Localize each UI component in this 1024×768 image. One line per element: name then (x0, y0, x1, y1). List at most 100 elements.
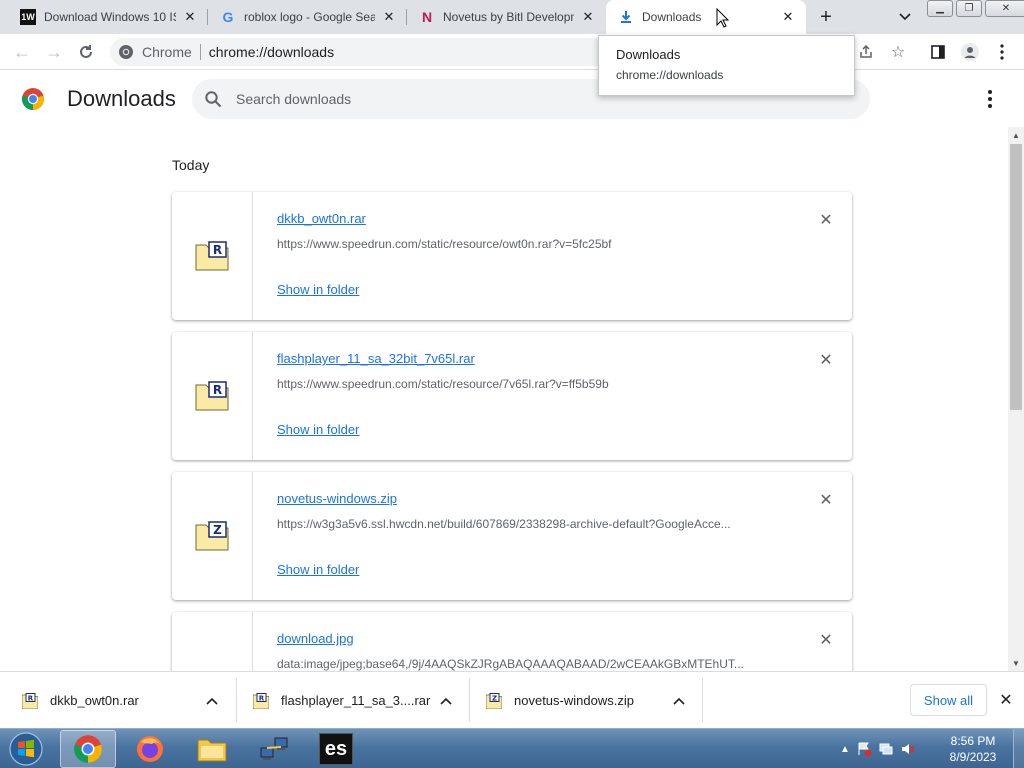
firefox-icon (137, 736, 163, 762)
rar-file-icon: R (195, 241, 229, 271)
scroll-up-arrow-icon[interactable]: ▲ (1008, 127, 1024, 143)
close-icon[interactable]: ✕ (580, 9, 596, 25)
shelf-item[interactable]: Z novetus-windows.zip (470, 672, 702, 729)
downloads-list: Today R dkkb_owt0n.rar https://www.speed… (0, 127, 1008, 671)
chevron-up-icon[interactable] (438, 693, 454, 709)
file-icon-column: R (172, 192, 253, 320)
maximize-button[interactable]: ❐ (956, 0, 982, 17)
taskbar-chrome-button[interactable] (60, 730, 116, 768)
network-computers-icon (260, 737, 288, 760)
close-icon[interactable]: ✕ (381, 9, 397, 25)
side-panel-icon[interactable] (928, 42, 948, 62)
forward-arrow-icon[interactable]: → (42, 40, 66, 64)
show-all-button[interactable]: Show all (910, 684, 987, 716)
page-scrollbar[interactable]: ▲ ▼ (1008, 127, 1024, 671)
close-icon[interactable]: ✕ (780, 9, 796, 25)
tray-expand-arrow-icon[interactable]: ▲ (840, 744, 850, 755)
tab-download-windows[interactable]: 1W Download Windows 10 ISO ✕ (8, 0, 208, 34)
omnibox-divider (199, 44, 201, 60)
remove-download-close-icon[interactable]: ✕ (816, 630, 836, 650)
shelf-item-name: novetus-windows.zip (514, 693, 634, 708)
taskbar-explorer-button[interactable] (184, 730, 240, 768)
svg-text:R: R (213, 383, 222, 397)
download-source-url: https://w3g3a5v6.ssl.hwcdn.net/build/607… (277, 517, 731, 531)
chrome-menu-icon[interactable] (992, 42, 1012, 62)
browser-toolbar: ← → Chrome chrome://downloads ☆ (0, 34, 1024, 70)
chevron-up-icon[interactable] (204, 693, 220, 709)
windows-iso-favicon-icon: 1W (20, 9, 36, 25)
download-icon (618, 9, 634, 25)
download-card: R flashplayer_11_sa_32bit_7v65l.rar http… (172, 332, 852, 460)
show-in-folder-link[interactable]: Show in folder (277, 282, 359, 297)
date-section-label: Today (172, 157, 210, 173)
show-desktop-button[interactable] (1013, 729, 1024, 768)
reload-icon[interactable] (74, 40, 98, 64)
download-card: Z novetus-windows.zip https://w3g3a5v6.s… (172, 472, 852, 600)
tab-downloads[interactable]: Downloads ✕ (606, 0, 806, 34)
remove-download-close-icon[interactable]: ✕ (816, 210, 836, 230)
chevron-up-icon[interactable] (671, 693, 687, 709)
tab-strip: 1W Download Windows 10 ISO ✕ G roblox lo… (0, 0, 1024, 34)
action-center-flag-icon[interactable] (856, 741, 872, 757)
start-button[interactable] (4, 730, 48, 768)
taskbar-firefox-button[interactable] (122, 730, 178, 768)
remove-download-close-icon[interactable]: ✕ (816, 350, 836, 370)
google-favicon-icon: G (222, 9, 234, 25)
omnibox-url[interactable]: chrome://downloads (209, 44, 334, 60)
file-icon-column (172, 612, 253, 671)
chrome-logo-icon (21, 88, 45, 111)
page-title: Downloads (67, 86, 176, 111)
share-icon[interactable] (856, 42, 876, 62)
es-app-icon: es (319, 733, 353, 765)
back-arrow-icon[interactable]: ← (10, 40, 34, 64)
taskbar-es-app-button[interactable]: es (308, 730, 364, 768)
shelf-item[interactable]: R dkkb_owt0n.rar (0, 672, 236, 729)
mouse-cursor-icon (716, 8, 730, 28)
taskbar-clock[interactable]: 8:56 PM 8/9/2023 (940, 733, 1006, 765)
scroll-down-arrow-icon[interactable]: ▼ (1008, 655, 1024, 671)
taskbar-network-app-button[interactable] (246, 730, 302, 768)
more-actions-icon[interactable] (980, 89, 1000, 109)
windows-taskbar: es ▲ 8:56 PM 8/9/2023 (0, 728, 1024, 768)
novetus-favicon-icon: N (421, 9, 433, 25)
clock-time: 8:56 PM (950, 734, 996, 748)
rar-file-icon: R (253, 692, 269, 709)
zip-file-icon: Z (486, 692, 502, 709)
bookmark-star-icon[interactable]: ☆ (888, 42, 908, 62)
tab-search-chevron-icon[interactable] (895, 7, 915, 27)
download-source-url: https://www.speedrun.com/static/resource… (277, 237, 612, 251)
downloads-header: Downloads (0, 71, 1024, 127)
close-icon[interactable]: ✕ (182, 9, 198, 25)
scrollbar-thumb[interactable] (1010, 144, 1022, 410)
tab-novetus[interactable]: N Novetus by Bitl Developments ✕ (407, 0, 606, 34)
tab-title: Novetus by Bitl Developments (443, 10, 574, 24)
omnibox-scheme-label: Chrome (142, 44, 192, 60)
rar-file-icon: R (195, 381, 229, 411)
volume-muted-icon[interactable] (900, 741, 916, 757)
rar-file-icon: R (22, 692, 38, 709)
remove-download-close-icon[interactable]: ✕ (816, 490, 836, 510)
tab-title: roblox logo - Google Search (244, 10, 375, 24)
folder-icon (197, 739, 227, 762)
system-tray: ▲ (840, 729, 916, 768)
download-file-name[interactable]: dkkb_owt0n.rar (277, 211, 366, 226)
file-icon-column: Z (172, 472, 253, 600)
download-file-name[interactable]: flashplayer_11_sa_32bit_7v65l.rar (277, 351, 475, 366)
download-file-name[interactable]: novetus-windows.zip (277, 491, 397, 506)
network-icon[interactable] (878, 741, 894, 757)
tooltip-url: chrome://downloads (616, 68, 724, 82)
window-close-button[interactable]: ✕ (985, 0, 1024, 17)
show-in-folder-link[interactable]: Show in folder (277, 562, 359, 577)
download-source-url: https://www.speedrun.com/static/resource… (277, 377, 609, 391)
download-source-url: data:image/jpeg;base64,/9j/4AAQSkZJRgABA… (277, 657, 744, 671)
svg-text:R: R (213, 243, 222, 257)
svg-text:R: R (28, 694, 34, 702)
download-file-name[interactable]: download.jpg (277, 631, 354, 646)
close-shelf-icon[interactable]: ✕ (997, 691, 1015, 709)
profile-avatar-icon[interactable] (960, 42, 980, 62)
show-in-folder-link[interactable]: Show in folder (277, 422, 359, 437)
tab-roblox-logo[interactable]: G roblox logo - Google Search ✕ (208, 0, 407, 34)
minimize-button[interactable]: ▁ (927, 0, 953, 17)
new-tab-button[interactable]: + (814, 5, 838, 29)
shelf-item[interactable]: R flashplayer_11_sa_3....rar (237, 672, 469, 729)
